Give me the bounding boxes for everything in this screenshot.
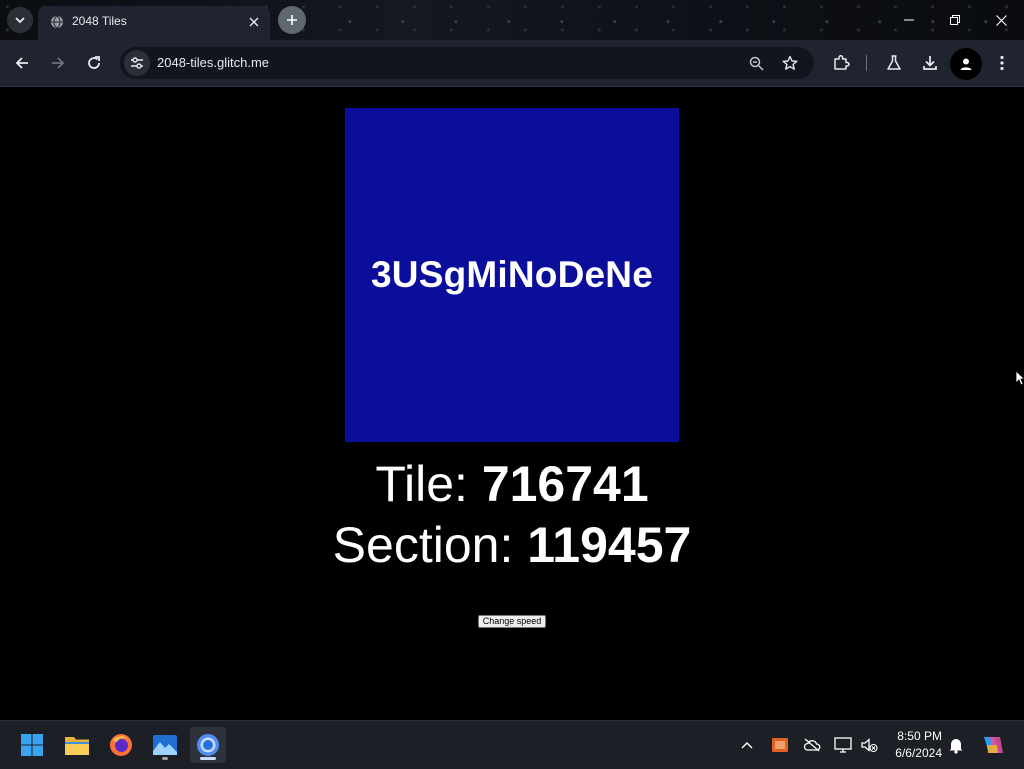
profile-button[interactable] [950,48,982,80]
system-clock[interactable]: 8:50 PM 6/6/2024 [880,728,942,762]
photos-icon [153,735,177,755]
bookmark-button[interactable] [780,53,800,73]
close-icon [249,17,259,27]
cloud-off-icon [803,738,821,752]
copilot-button[interactable] [980,733,1006,757]
file-explorer-button[interactable] [59,727,95,763]
zoom-icon [749,56,764,71]
chrome-icon [197,734,219,756]
kebab-menu-icon [1000,55,1004,71]
reload-icon [88,56,100,69]
tune-icon [131,57,143,69]
close-icon [995,14,1007,26]
arrow-left-icon [15,57,28,69]
game-tile: 3USgMiNoDeNe [345,108,679,442]
tab-search-button[interactable] [7,7,33,33]
back-button[interactable] [8,49,36,77]
address-bar[interactable]: 2048-tiles.glitch.me [120,47,814,79]
volume-muted-icon [861,738,878,753]
tile-stat: Tile: 716741 [0,456,1024,512]
person-icon [960,58,972,70]
clock-date: 6/6/2024 [895,746,942,760]
chevron-up-icon [741,742,753,749]
restore-icon [950,15,960,25]
tile-stat-value: 716741 [481,456,649,512]
tile-label: 3USgMiNoDeNe [371,254,653,295]
firefox-icon [110,734,132,756]
page-content: 3USgMiNoDeNe Tile: 716741 Section: 11945… [0,87,1024,720]
start-button[interactable] [14,727,50,763]
clock-time: 8:50 PM [897,729,942,743]
forward-button[interactable] [44,49,72,77]
menu-button[interactable] [990,51,1014,75]
minimize-icon [904,19,914,21]
section-stat-value: 119457 [527,517,692,573]
puzzle-icon [834,54,850,70]
firefox-button[interactable] [103,727,139,763]
browser-toolbar: 2048-tiles.glitch.me [0,40,1024,87]
folder-icon [65,737,89,755]
section-stat-label: Section: [332,517,528,573]
zoom-button[interactable] [746,53,766,73]
bell-icon [949,739,963,754]
restore-button[interactable] [932,0,978,40]
windows-taskbar: 8:50 PM 6/6/2024 [0,720,1024,769]
chrome-button[interactable] [190,727,226,763]
plus-icon [287,15,297,25]
new-tab-button[interactable] [278,6,306,34]
notifications-button[interactable] [946,735,966,755]
section-stat: Section: 119457 [0,517,1024,573]
downloads-button[interactable] [918,51,942,75]
tab-close-button[interactable] [244,12,264,32]
extensions-button[interactable] [829,51,853,75]
app-tray-icon [772,738,788,752]
flask-icon [887,55,901,70]
labs-button[interactable] [882,51,906,75]
star-icon [782,55,798,70]
copilot-icon [984,737,1003,753]
photos-app-button[interactable] [147,727,183,763]
running-indicator [162,757,168,760]
windows-logo-icon [21,734,43,756]
reload-button[interactable] [80,49,108,77]
tray-app-button[interactable] [770,735,790,755]
globe-icon [51,15,63,29]
arrow-right-icon [52,57,65,69]
mouse-cursor-icon [1015,370,1024,386]
download-icon [923,56,937,70]
volume-button[interactable] [859,735,879,755]
browser-tab[interactable]: 2048 Tiles [38,6,270,40]
show-hidden-icons-button[interactable] [737,735,757,755]
site-info-button[interactable] [124,50,150,76]
tile-stat-label: Tile: [375,456,482,512]
cloud-status-button[interactable] [802,735,822,755]
network-monitor-icon [834,737,852,753]
url-text[interactable]: 2048-tiles.glitch.me [157,55,269,70]
close-window-button[interactable] [978,0,1024,40]
tab-title: 2048 Tiles [72,14,127,28]
minimize-button[interactable] [886,0,932,40]
change-speed-button[interactable]: Change speed [478,615,546,628]
toolbar-separator [866,55,867,71]
active-indicator [200,757,216,760]
network-button[interactable] [833,735,853,755]
tab-strip: 2048 Tiles [0,0,1024,40]
chevron-down-icon [15,17,25,24]
